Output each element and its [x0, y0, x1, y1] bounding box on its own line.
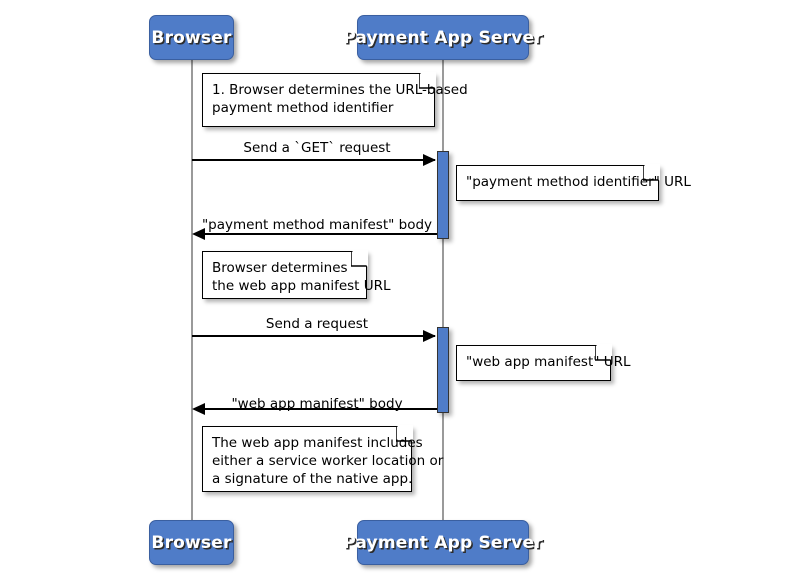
participant-payment-app-server-bottom[interactable]: Payment App Server	[343, 520, 543, 565]
note-url-based-identifier-text: 1. Browser determines the URL-based paym…	[212, 81, 468, 117]
participant-browser-top-label: Browser	[151, 27, 232, 48]
note-line: payment method identifier	[212, 100, 394, 116]
participant-browser-bottom[interactable]: Browser	[149, 520, 234, 565]
note-line: The web app manifest includes	[212, 435, 423, 451]
message-arrowhead-send-a-request	[423, 330, 436, 342]
note-browser-determines-manifest-url: Browser determines the web app manifest …	[202, 250, 391, 299]
sequence-diagram-canvas: Browser Payment App Server 1. Browser de…	[0, 0, 800, 587]
note-web-app-manifest-url-text: "web app manifest" URL	[466, 353, 631, 371]
note-line: the web app manifest URL	[212, 278, 391, 294]
participant-browser-bottom-label: Browser	[151, 532, 232, 553]
message-line-web-app-manifest-body	[198, 408, 437, 410]
message-label-send-a-request: Send a request	[265, 316, 369, 332]
note-payment-method-identifier-url-text: "payment method identifier" URL	[466, 173, 691, 191]
note-line: 1. Browser determines the URL-based	[212, 82, 468, 98]
note-web-app-manifest-contents: The web app manifest includes either a s…	[202, 425, 444, 492]
message-label-payment-method-manifest-body: "payment method manifest" body	[201, 217, 433, 233]
note-web-app-manifest-url: "web app manifest" URL	[456, 344, 631, 381]
participant-payment-app-server-top[interactable]: Payment App Server	[343, 15, 543, 60]
note-line: Browser determines	[212, 260, 348, 276]
note-url-based-identifier: 1. Browser determines the URL-based paym…	[202, 72, 468, 127]
message-arrowhead-web-app-manifest-body	[192, 403, 205, 415]
note-payment-method-identifier-url: "payment method identifier" URL	[456, 164, 691, 201]
note-line: either a service worker location or	[212, 453, 444, 469]
message-arrowhead-get-request	[423, 154, 436, 166]
message-line-send-a-request	[192, 335, 435, 337]
note-web-app-manifest-contents-text: The web app manifest includes either a s…	[212, 434, 444, 488]
message-line-get-request	[192, 159, 435, 161]
message-line-payment-method-manifest-body	[198, 233, 437, 235]
participant-payment-app-server-bottom-label: Payment App Server	[343, 532, 543, 553]
participant-payment-app-server-top-label: Payment App Server	[343, 27, 543, 48]
note-line: "payment method identifier" URL	[466, 174, 691, 190]
lifeline-browser	[191, 60, 193, 520]
note-line: "web app manifest" URL	[466, 354, 631, 370]
message-label-get-request: Send a `GET` request	[243, 140, 391, 156]
note-browser-determines-manifest-url-text: Browser determines the web app manifest …	[212, 259, 391, 295]
message-arrowhead-payment-method-manifest-body	[192, 228, 205, 240]
participant-browser-top[interactable]: Browser	[149, 15, 234, 60]
lifeline-payment-app-server	[442, 60, 444, 520]
note-line: a signature of the native app.	[212, 471, 413, 487]
